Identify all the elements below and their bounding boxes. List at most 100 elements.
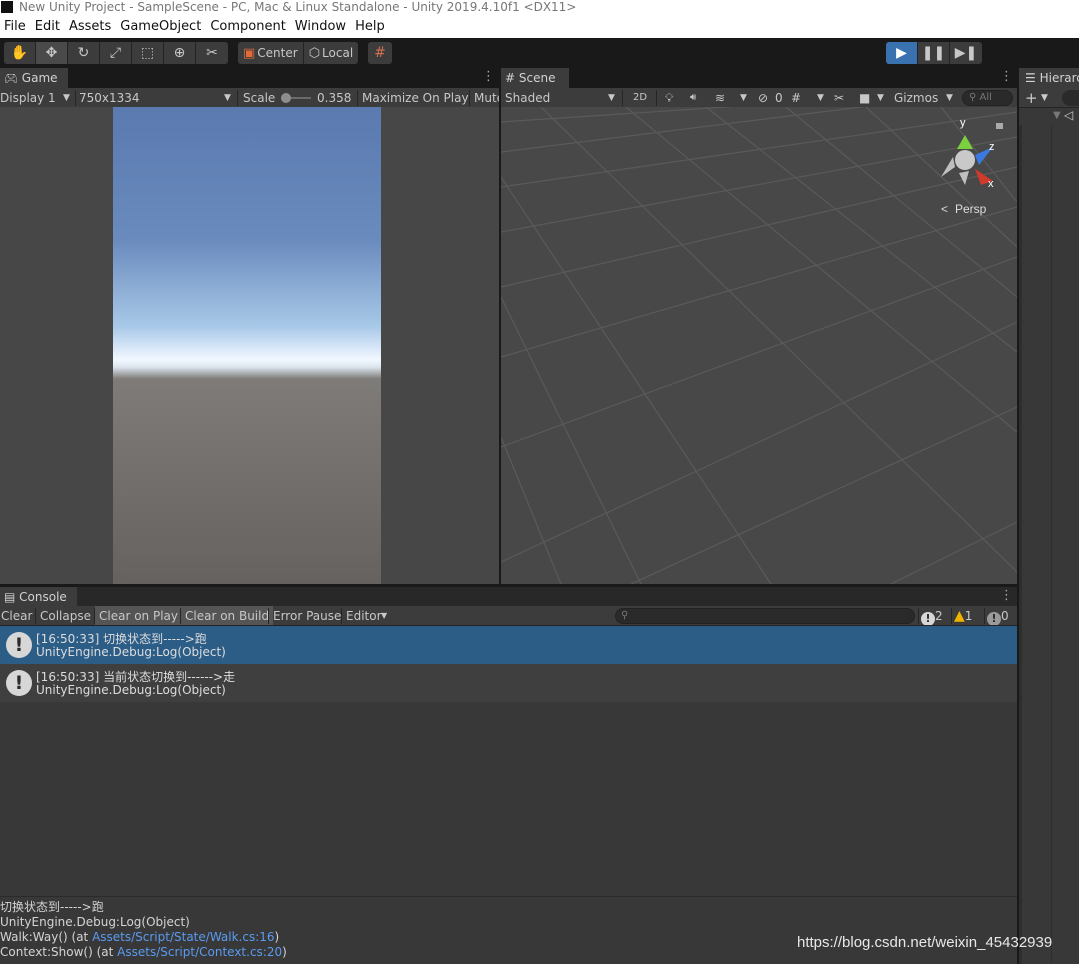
camera-icon[interactable]: ■ [859,88,870,107]
scene-tab-label: Scene [518,71,556,85]
maximize-on-play-toggle[interactable]: Maximize On Play [362,88,469,107]
scale-tool-icon[interactable]: ⤢ [100,42,132,64]
info-icon: ! [6,632,32,658]
audio-toggle-icon[interactable]: 🔊︎ [690,88,696,107]
scene-root-icon: ◁ [1064,108,1074,122]
scene-search-input[interactable]: ⚲ All [962,90,1013,106]
list-icon: ☰ [1025,71,1036,85]
error-count: 0 [1001,609,1009,623]
menu-window[interactable]: Window [291,16,351,38]
stack-link[interactable]: Assets/Script/State/Walk.cs:16 [92,930,274,944]
game-toolbar: Display 1 ▼ 750x1334 ▼ Scale 0.358 Maxim… [0,88,499,108]
menu-file[interactable]: File [0,16,31,38]
window-title: New Unity Project - SampleScene - PC, Ma… [19,0,577,14]
pivot-center-button[interactable]: ▣ Center [238,42,304,64]
tab-console[interactable]: ▤ Console [0,587,77,607]
scene-menu-icon[interactable]: ⋮ [1000,68,1013,86]
warning-filter-toggle[interactable]: ▲1 [954,606,972,625]
scene-grid: y z x < Persp [501,107,1017,584]
menu-component[interactable]: Component [206,16,290,38]
move-tool-icon[interactable]: ✥ [36,42,68,64]
resolution-dropdown[interactable]: 750x1334 [79,88,140,107]
rect-tool-icon[interactable]: ⬚ [132,42,164,64]
add-icon[interactable]: + [1025,88,1038,108]
console-search-input[interactable]: ⚲ [615,608,915,624]
console-tabbar: ▤ Console ⋮ [0,587,1017,607]
clear-button[interactable]: Clear [1,606,32,625]
search-icon: ⚲ [969,92,977,103]
detail-source: UnityEngine.Debug:Log(Object) [0,915,190,929]
editor-dropdown[interactable]: Editor [346,606,382,625]
search-icon: ⚲ [621,610,629,621]
custom-tool-icon[interactable]: ✂ [196,42,228,64]
chevron-down-icon: ▼ [1041,93,1048,103]
chevron-down-icon: ▼ [224,93,231,103]
pivot-center-label: Center [257,46,298,60]
pivot-toggles: ▣ Center ⬡ Local [238,42,359,64]
tab-game[interactable]: 🎮︎ Game [0,68,68,88]
display-dropdown[interactable]: Display 1 [0,88,56,107]
grid-snap-icon[interactable]: # [368,42,392,64]
console-log-list: ! [16:50:33] 切换状态到----->跑 UnityEngine.De… [0,626,1017,964]
pause-button[interactable]: ❚❚ [918,42,950,64]
game-viewport[interactable] [0,107,499,584]
rotate-tool-icon[interactable]: ↻ [68,42,100,64]
shading-mode-dropdown[interactable]: Shaded [505,88,550,107]
menu-assets[interactable]: Assets [65,16,116,38]
scene-tabbar: # Scene ⋮ [501,68,1017,88]
grid-visibility-icon[interactable]: # [791,88,801,107]
clear-on-build-toggle[interactable]: Clear on Build [181,606,274,625]
menu-help[interactable]: Help [351,16,390,38]
persp-label[interactable]: Persp [955,202,987,216]
hidden-objects-icon[interactable]: ⊘ [758,88,768,107]
clear-on-play-toggle[interactable]: Clear on Play [95,606,182,625]
warning-icon: ▲ [954,608,965,624]
console-menu-icon[interactable]: ⋮ [1000,587,1013,605]
2d-toggle[interactable]: 2D [633,88,647,107]
menu-edit[interactable]: Edit [31,16,65,38]
persp-label-chevron-icon: < [941,202,948,216]
cube-icon: ⬡ [308,45,321,61]
log-entry[interactable]: ! [16:50:33] 切换状态到----->跑 UnityEngine.De… [0,626,1017,664]
chevron-down-icon: ▼ [381,611,388,620]
axis-gizmo[interactable]: y z x < Persp [941,117,1003,216]
pivot-local-button[interactable]: ⬡ Local [303,42,359,64]
play-button[interactable]: ▶ [886,42,918,64]
snap-group: # [368,42,392,64]
gizmo-y-label: y [960,117,966,129]
gizmo-x-label: x [988,178,994,190]
scene-viewport[interactable]: y z x < Persp [501,107,1017,584]
game-tabbar: 🎮︎ Game ⋮ [0,68,499,88]
detail-stack-prefix: Walk:Way() (at [0,930,93,944]
chevron-down-icon: ▼ [608,93,615,103]
chevron-down-icon: ▼ [63,93,70,103]
menu-bar: File Edit Assets GameObject Component Window H… [0,16,1079,38]
error-filter-toggle[interactable]: ! 0 [987,606,1009,625]
stack-link[interactable]: Assets/Script/Context.cs:20 [117,945,282,959]
effects-toggle-icon[interactable]: ≋ [715,88,725,107]
hand-tool-icon[interactable]: ✋ [4,42,36,64]
gizmos-dropdown[interactable]: Gizmos [894,88,938,107]
chevron-down-icon: ▼ [817,93,824,103]
tab-hierarchy[interactable]: ☰ Hierarchy [1019,68,1079,88]
collapse-toggle[interactable]: Collapse [40,606,91,625]
step-button[interactable]: ▶❚ [950,42,982,64]
game-menu-icon[interactable]: ⋮ [482,68,495,86]
lighting-toggle-icon[interactable]: 💡︎ [665,88,673,107]
detail-stack-suffix: ) [274,930,280,944]
info-icon: ! [921,612,935,625]
hidden-objects-count: 0 [775,91,783,105]
transform-tool-icon[interactable]: ⊕ [164,42,196,64]
mute-audio-toggle[interactable]: Mute [474,88,499,107]
tools-icon[interactable]: ✂ [834,88,844,107]
menu-gameobject[interactable]: GameObject [116,16,206,38]
error-pause-toggle[interactable]: Error Pause [273,606,341,625]
expand-arrow-icon[interactable]: ▼ [1053,110,1061,121]
log-filter-toggle[interactable]: ! 2 [921,606,943,625]
scale-slider-thumb[interactable] [281,93,291,103]
pivot-local-label: Local [322,46,354,60]
hierarchy-search-input[interactable] [1062,90,1079,106]
tab-scene[interactable]: # Scene [501,68,569,88]
main-toolbar: ✋ ✥ ↻ ⤢ ⬚ ⊕ ✂ ▣ Center ⬡ Local # ▶ ❚❚ ▶❚ [0,38,1079,68]
log-entry[interactable]: ! [16:50:33] 当前状态切换到------>走 UnityEngine… [0,664,1017,702]
